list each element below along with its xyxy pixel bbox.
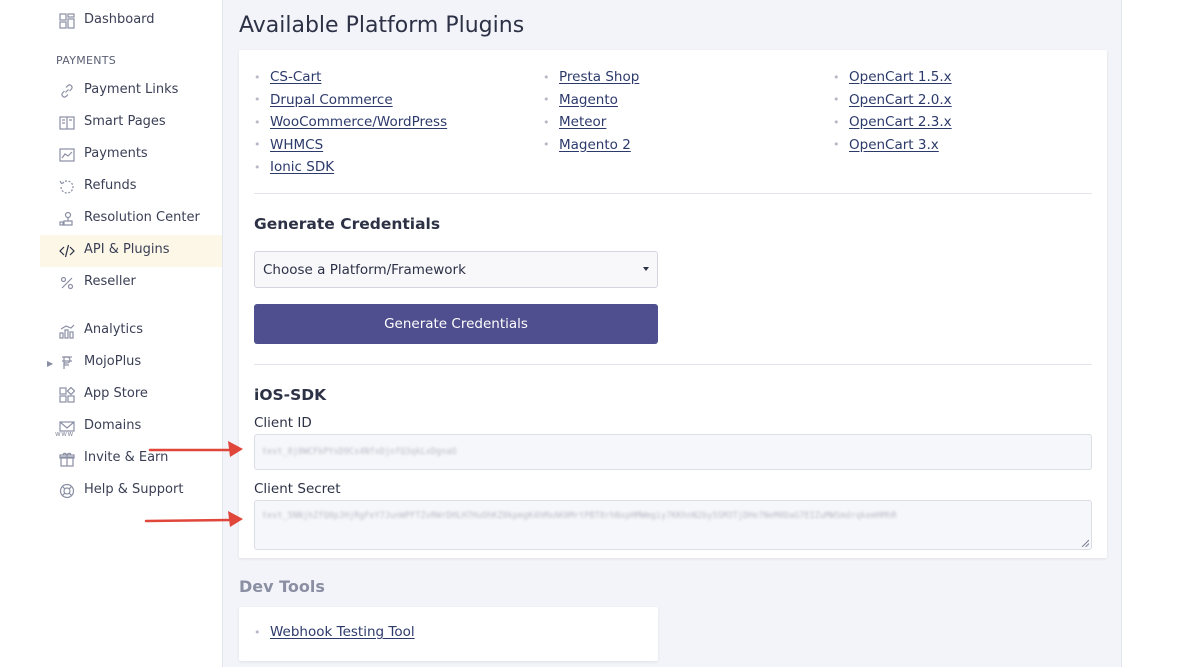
list-item: Webhook Testing Tool bbox=[254, 624, 415, 640]
list-item: WHMCS bbox=[254, 134, 447, 157]
caret-down-icon bbox=[643, 267, 649, 271]
gift-icon bbox=[58, 451, 76, 467]
plugin-link-drupal-commerce[interactable]: Drupal Commerce bbox=[270, 92, 393, 108]
sidebar-item-label: Dashboard bbox=[84, 12, 155, 27]
sidebar-item-label: Resolution Center bbox=[84, 210, 200, 225]
list-item: CS-Cart bbox=[254, 66, 447, 89]
client-id-value: test_8j0WCFkPYsD9Cs4NfxDjnfQ3qkLxDgnaO bbox=[262, 447, 457, 457]
sidebar-item-mojoplus[interactable]: MojoPlus bbox=[40, 347, 222, 379]
platform-select[interactable]: Choose a Platform/Framework bbox=[254, 251, 658, 288]
plugin-list-col3: OpenCart 1.5.x OpenCart 2.0.x OpenCart 2… bbox=[833, 66, 952, 156]
smart-pages-icon bbox=[58, 115, 76, 131]
annotation-arrow-icon bbox=[148, 441, 243, 457]
plugin-link-opencart-23[interactable]: OpenCart 2.3.x bbox=[849, 114, 952, 130]
plugin-link-magento-2[interactable]: Magento 2 bbox=[559, 137, 631, 153]
ios-sdk-heading: iOS-SDK bbox=[254, 386, 327, 404]
sidebar-section-title: PAYMENTS bbox=[56, 54, 117, 67]
refund-icon bbox=[58, 179, 76, 195]
list-item: Ionic SDK bbox=[254, 156, 447, 179]
plugin-link-opencart-15[interactable]: OpenCart 1.5.x bbox=[849, 69, 952, 85]
sidebar-item-app-store[interactable]: App Store bbox=[40, 379, 222, 411]
list-item: OpenCart 2.3.x bbox=[833, 111, 952, 134]
plugin-link-woocommerce[interactable]: WooCommerce/WordPress bbox=[270, 114, 447, 130]
main-content: Available Platform Plugins CS-Cart Drupa… bbox=[222, 0, 1122, 667]
sidebar-item-label: Payments bbox=[84, 146, 148, 161]
sidebar-item-label: Analytics bbox=[84, 322, 144, 337]
analytics-icon bbox=[58, 323, 76, 339]
dashboard-icon bbox=[58, 13, 76, 29]
code-icon bbox=[58, 243, 76, 259]
generate-credentials-heading: Generate Credentials bbox=[254, 215, 441, 233]
link-icon bbox=[58, 83, 76, 99]
plugin-link-ionic-sdk[interactable]: Ionic SDK bbox=[270, 159, 334, 175]
sidebar-item-label: App Store bbox=[84, 386, 148, 401]
list-item: WooCommerce/WordPress bbox=[254, 111, 447, 134]
sidebar-item-api-plugins[interactable]: API & Plugins bbox=[40, 235, 222, 267]
sidebar-item-label: API & Plugins bbox=[84, 242, 170, 257]
resolution-icon bbox=[58, 211, 76, 227]
list-item: OpenCart 2.0.x bbox=[833, 89, 952, 112]
sidebar-item-label: Smart Pages bbox=[84, 114, 166, 129]
client-secret-field[interactable]: test_5NNjhZfQ0pJHjRgFeY7JunWPFTZvRWrDHLH… bbox=[254, 500, 1092, 550]
client-id-label: Client ID bbox=[254, 415, 312, 431]
sidebar-item-smart-pages[interactable]: Smart Pages bbox=[40, 107, 222, 139]
sidebar-item-label: Payment Links bbox=[84, 82, 179, 97]
sidebar-item-help-support[interactable]: Help & Support bbox=[40, 475, 222, 507]
payments-chart-icon bbox=[58, 147, 76, 163]
sidebar-item-reseller[interactable]: Reseller bbox=[40, 267, 222, 299]
sidebar: Dashboard PAYMENTS Payment Links Smart P… bbox=[0, 0, 222, 667]
plugin-link-opencart-3[interactable]: OpenCart 3.x bbox=[849, 137, 939, 153]
dev-tools-card: Webhook Testing Tool bbox=[239, 607, 658, 661]
list-item: OpenCart 1.5.x bbox=[833, 66, 952, 89]
rupee-icon bbox=[58, 355, 76, 371]
resize-handle-icon[interactable] bbox=[1081, 539, 1089, 547]
sidebar-item-refunds[interactable]: Refunds bbox=[40, 171, 222, 203]
plugin-link-magento[interactable]: Magento bbox=[559, 92, 618, 108]
divider bbox=[254, 193, 1092, 194]
sidebar-item-label: Domains bbox=[84, 418, 142, 433]
generate-credentials-button[interactable]: Generate Credentials bbox=[254, 304, 658, 344]
domains-www-label: www bbox=[55, 430, 74, 438]
client-secret-label: Client Secret bbox=[254, 481, 341, 497]
plugin-link-meteor[interactable]: Meteor bbox=[559, 114, 606, 130]
divider bbox=[254, 364, 1092, 365]
sidebar-item-payments[interactable]: Payments bbox=[40, 139, 222, 171]
sidebar-item-dashboard[interactable]: Dashboard bbox=[40, 5, 222, 37]
plugin-list-col1: CS-Cart Drupal Commerce WooCommerce/Word… bbox=[254, 66, 447, 179]
plugin-link-cs-cart[interactable]: CS-Cart bbox=[270, 69, 321, 85]
sidebar-item-label: Help & Support bbox=[84, 482, 184, 497]
plugin-list-col2: Presta Shop Magento Meteor Magento 2 bbox=[543, 66, 639, 156]
support-icon bbox=[58, 483, 76, 499]
list-item: Presta Shop bbox=[543, 66, 639, 89]
plugin-link-presta-shop[interactable]: Presta Shop bbox=[559, 69, 639, 85]
sidebar-item-analytics[interactable]: Analytics bbox=[40, 315, 222, 347]
dev-tools-title: Dev Tools bbox=[239, 577, 325, 596]
sidebar-item-resolution-center[interactable]: Resolution Center bbox=[40, 203, 222, 235]
percent-icon bbox=[58, 275, 76, 291]
annotation-arrow-icon bbox=[144, 511, 243, 527]
list-item: Magento 2 bbox=[543, 134, 639, 157]
sidebar-item-label: Refunds bbox=[84, 178, 137, 193]
webhook-testing-tool-link[interactable]: Webhook Testing Tool bbox=[270, 624, 415, 640]
plugin-link-opencart-20[interactable]: OpenCart 2.0.x bbox=[849, 92, 952, 108]
sidebar-item-label: MojoPlus bbox=[84, 354, 142, 369]
page-title: Available Platform Plugins bbox=[239, 13, 525, 38]
list-item: Meteor bbox=[543, 111, 639, 134]
platform-select-value: Choose a Platform/Framework bbox=[263, 261, 466, 278]
plugin-link-whmcs[interactable]: WHMCS bbox=[270, 137, 323, 153]
list-item: Drupal Commerce bbox=[254, 89, 447, 112]
app-store-icon bbox=[58, 387, 76, 403]
list-item: OpenCart 3.x bbox=[833, 134, 952, 157]
plugins-card: CS-Cart Drupal Commerce WooCommerce/Word… bbox=[239, 50, 1107, 558]
client-id-field[interactable]: test_8j0WCFkPYsD9Cs4NfxDjnfQ3qkLxDgnaO bbox=[254, 434, 1092, 470]
list-item: Magento bbox=[543, 89, 639, 112]
sidebar-item-label: Reseller bbox=[84, 274, 136, 289]
client-secret-value: test_5NNjhZfQ0pJHjRgFeY7JunWPFTZvRWrDHLH… bbox=[262, 511, 897, 521]
sidebar-item-payment-links[interactable]: Payment Links bbox=[40, 75, 222, 107]
